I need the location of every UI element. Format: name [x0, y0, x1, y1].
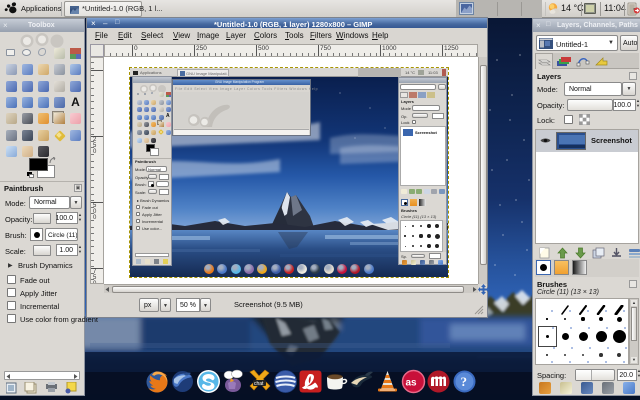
svg-text:as: as — [405, 378, 417, 389]
svg-text:chat: chat — [254, 381, 264, 387]
svg-text:?: ? — [460, 374, 467, 389]
